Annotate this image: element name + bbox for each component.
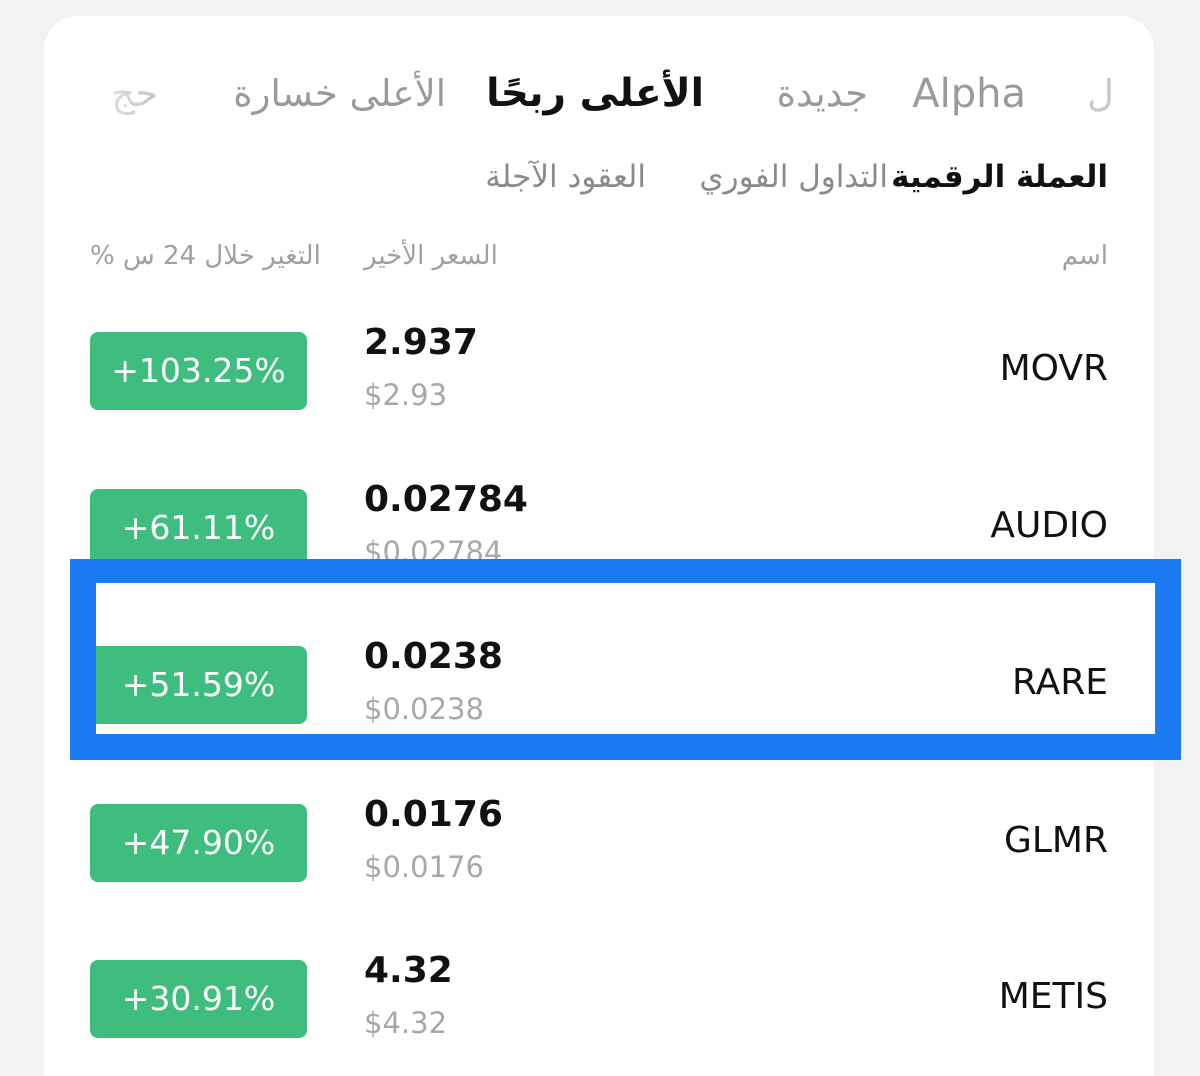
usd-price: $4.32 [364,1006,448,1040]
last-price: 4.32 [364,950,453,991]
last-price: 0.0238 [364,636,503,677]
column-header-change: % التغير خلال 24 س [90,241,321,271]
top-tabs: ل Alpha جديدة الأعلى ربحًا الأعلى خسارة … [44,16,1154,156]
usd-price: $0.0238 [364,692,484,726]
tab-top-losers[interactable]: الأعلى خسارة [233,64,446,124]
usd-price: $2.93 [364,378,448,412]
coin-symbol: METIS [998,976,1108,1017]
last-price: 0.02784 [364,479,528,520]
tab-new[interactable]: جديدة [777,64,868,124]
change-badge[interactable]: +30.91% [90,960,307,1038]
column-header-last-price: السعر الأخير [364,241,498,271]
coin-symbol: AUDIO [990,505,1108,546]
change-badge[interactable]: +47.90% [90,804,307,882]
usd-price: $0.0176 [364,850,484,884]
usd-price: $0.02784 [364,535,503,569]
subtab-crypto[interactable]: العملة الرقمية [891,152,1108,202]
market-row-glmr[interactable]: +47.90% 0.0176 $0.0176 GLMR [44,794,1154,960]
last-price: 2.937 [364,322,478,363]
market-row-movr[interactable]: +103.25% 2.937 $2.93 MOVR [44,322,1154,488]
change-badge[interactable]: +61.11% [90,489,307,567]
change-badge[interactable]: +103.25% [90,332,307,410]
subtab-futures[interactable]: العقود الآجلة [485,152,646,202]
tab-alpha[interactable]: Alpha [912,64,1026,124]
coin-symbol: GLMR [1003,820,1108,861]
tab-partial-right[interactable]: ل [1087,64,1114,124]
market-row-rare[interactable]: +51.59% 0.0238 $0.0238 RARE [44,636,1154,802]
market-card: ل Alpha جديدة الأعلى ربحًا الأعلى خسارة … [44,16,1154,1076]
tab-top-gainers[interactable]: الأعلى ربحًا [486,64,704,124]
coin-symbol: RARE [1012,662,1108,703]
tab-partial-left[interactable]: حج [111,64,158,124]
change-badge[interactable]: +51.59% [90,646,307,724]
subtab-spot[interactable]: التداول الفوري [699,152,888,202]
column-header-name: اسم [1061,241,1108,271]
coin-symbol: MOVR [999,348,1108,389]
